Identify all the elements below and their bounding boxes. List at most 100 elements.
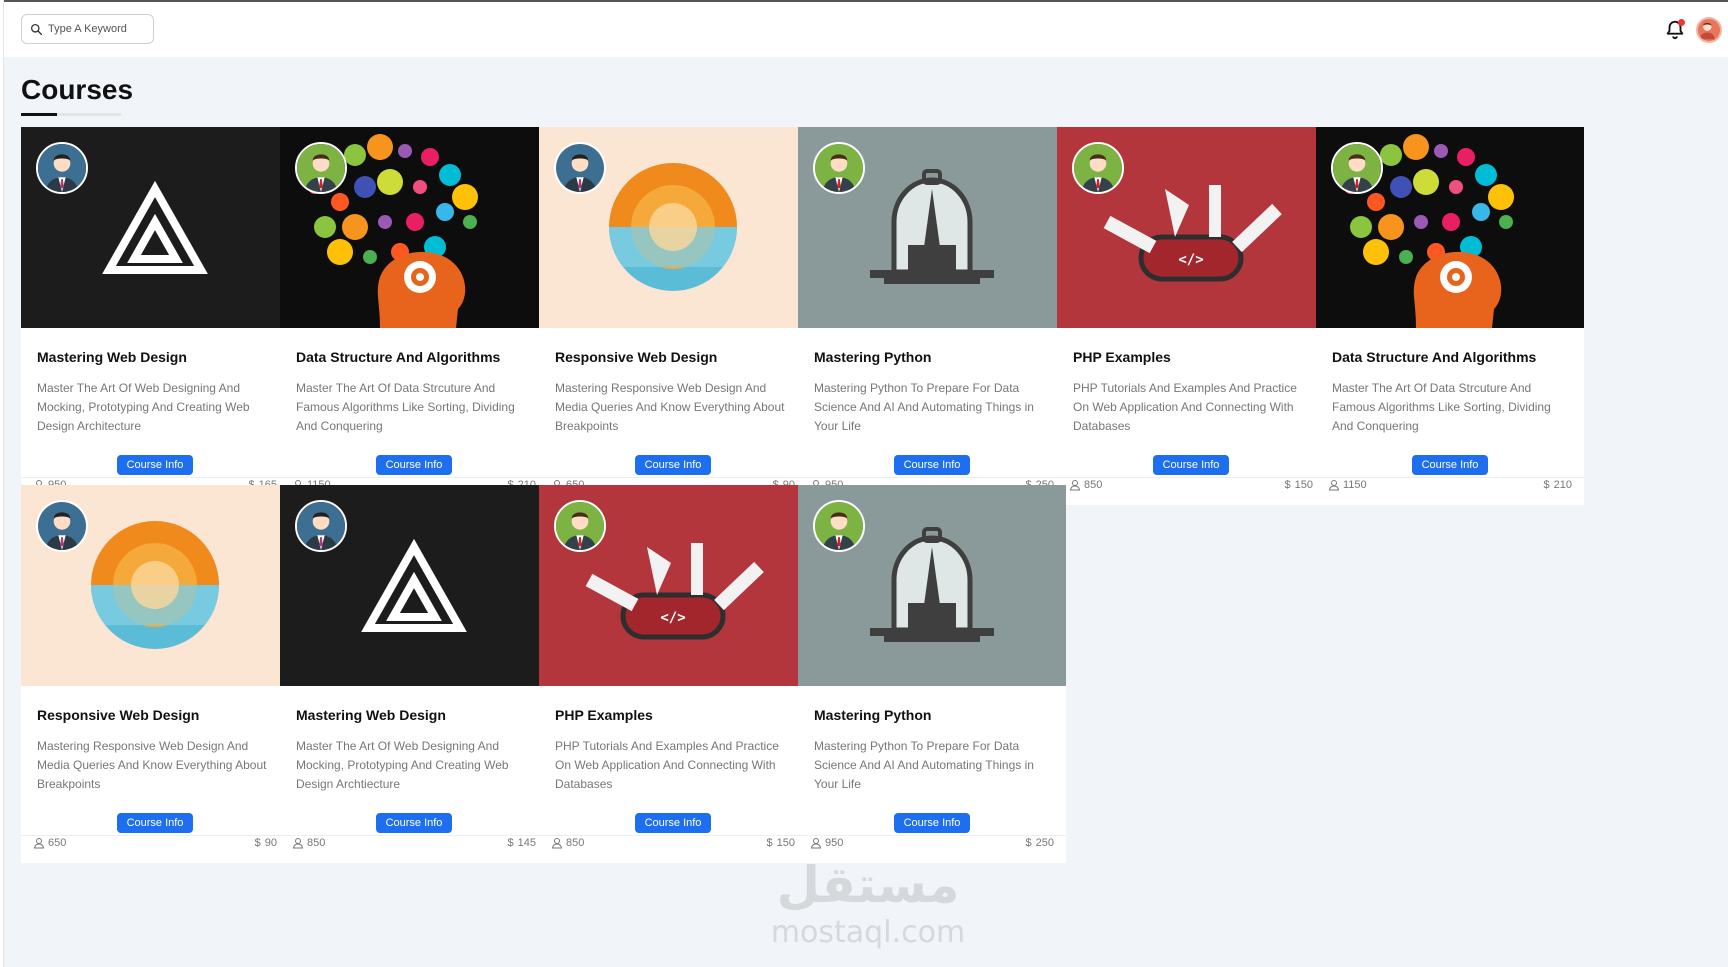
students-value: 650 [48, 837, 67, 849]
students-count: 1150 [1328, 479, 1367, 491]
title-underline [21, 113, 121, 116]
course-description: Mastering Responsive Web Design And Medi… [555, 381, 785, 433]
card-divider [280, 835, 548, 836]
course-thumbnail [280, 127, 548, 328]
course-title: Data Structure And Algorithms [1332, 349, 1537, 365]
course-description: PHP Tutorials And Examples And Practice … [1073, 381, 1297, 433]
price-value: 150 [1294, 479, 1313, 491]
course-title: Mastering Python [814, 707, 932, 723]
card-divider [280, 477, 548, 478]
course-info-button[interactable]: Course Info [635, 455, 711, 475]
course-card[interactable]: Responsive Web Design Mastering Responsi… [539, 127, 807, 505]
watermark-arabic: مستقل [777, 856, 960, 914]
instructor-avatar[interactable] [554, 142, 606, 194]
course-title: Data Structure And Algorithms [296, 349, 501, 365]
course-title: Responsive Web Design [555, 349, 718, 365]
students-count: 950 [810, 837, 843, 849]
course-card[interactable]: Mastering Web Design Master The Art Of W… [21, 127, 289, 505]
price-value: 150 [776, 837, 795, 849]
instructor-avatar[interactable] [1331, 142, 1383, 194]
course-card[interactable]: Mastering Python Mastering Python To Pre… [798, 485, 1066, 863]
card-divider [798, 835, 1066, 836]
course-title: PHP Examples [555, 707, 653, 723]
course-title: Mastering Web Design [296, 707, 446, 723]
currency-symbol: $ [1284, 479, 1291, 491]
course-description: Master The Art Of Web Designing And Mock… [37, 381, 250, 433]
search-box[interactable] [21, 14, 154, 44]
students-count: 850 [551, 837, 584, 849]
course-card[interactable]: Responsive Web Design Mastering Responsi… [21, 485, 289, 863]
students-value: 1150 [1343, 479, 1367, 491]
course-card[interactable]: Data Structure And Algorithms Master The… [1316, 127, 1584, 505]
svg-text:</>: </> [1178, 252, 1203, 268]
user-avatar[interactable] [1696, 17, 1722, 43]
course-thumbnail [280, 485, 548, 686]
course-card[interactable]: Mastering Web Design Master The Art Of W… [280, 485, 548, 863]
course-price: $145 [508, 837, 536, 849]
card-divider [21, 477, 289, 478]
students-count: 850 [292, 837, 325, 849]
course-card[interactable]: Mastering Python Mastering Python To Pre… [798, 127, 1066, 505]
course-card[interactable]: </> PHP Examples PHP Tutorials And Examp… [539, 485, 807, 863]
course-title: Responsive Web Design [37, 707, 200, 723]
students-count: 850 [1069, 479, 1102, 491]
instructor-avatar[interactable] [554, 500, 606, 552]
instructor-avatar[interactable] [295, 500, 347, 552]
instructor-avatar[interactable] [1072, 142, 1124, 194]
course-price: $150 [767, 837, 795, 849]
card-divider [1316, 477, 1584, 478]
instructor-avatar[interactable] [36, 500, 88, 552]
price-value: 90 [264, 837, 277, 849]
course-description: Mastering Responsive Web Design And Medi… [37, 739, 267, 791]
notifications-button[interactable] [1664, 19, 1686, 41]
course-card[interactable]: Data Structure And Algorithms Master The… [280, 127, 548, 505]
course-info-button[interactable]: Course Info [1412, 455, 1488, 475]
course-info-button[interactable]: Course Info [894, 455, 970, 475]
currency-symbol: $ [1025, 837, 1032, 849]
course-info-button[interactable]: Course Info [117, 813, 193, 833]
instructor-avatar[interactable] [36, 142, 88, 194]
course-description: Mastering Python To Prepare For Data Sci… [814, 739, 1034, 791]
search-input[interactable] [48, 23, 148, 35]
course-info-button[interactable]: Course Info [117, 455, 193, 475]
students-icon [551, 838, 563, 849]
course-info-button[interactable]: Course Info [376, 813, 452, 833]
course-title: Mastering Web Design [37, 349, 187, 365]
course-thumbnail [798, 485, 1066, 686]
currency-symbol: $ [254, 837, 261, 849]
students-value: 850 [307, 837, 326, 849]
course-thumbnail [539, 127, 807, 328]
course-info-button[interactable]: Course Info [1153, 455, 1229, 475]
card-divider [539, 835, 807, 836]
course-card[interactable]: </> PHP Examples PHP Tutorials And Examp… [1057, 127, 1325, 505]
instructor-avatar[interactable] [813, 500, 865, 552]
students-icon [33, 838, 45, 849]
course-title: Mastering Python [814, 349, 932, 365]
course-thumbnail: </> [539, 485, 807, 686]
price-value: 250 [1035, 837, 1054, 849]
course-description: PHP Tutorials And Examples And Practice … [555, 739, 779, 791]
students-value: 950 [825, 837, 844, 849]
watermark: مستقل mostaql.com [771, 856, 965, 950]
students-icon [810, 838, 822, 849]
watermark-latin: mostaql.com [771, 915, 965, 950]
sidebar-edge [0, 0, 4, 967]
course-thumbnail [798, 127, 1066, 328]
course-thumbnail [21, 127, 289, 328]
course-price: $90 [255, 837, 277, 849]
course-info-button[interactable]: Course Info [635, 813, 711, 833]
notification-badge [1678, 19, 1685, 26]
course-info-button[interactable]: Course Info [376, 455, 452, 475]
course-description: Master The Art Of Data Strcuture And Fam… [1332, 381, 1551, 433]
currency-symbol: $ [507, 837, 514, 849]
course-title: PHP Examples [1073, 349, 1171, 365]
students-icon [1328, 480, 1340, 491]
top-header [4, 2, 1728, 57]
instructor-avatar[interactable] [295, 142, 347, 194]
price-value: 145 [517, 837, 536, 849]
course-thumbnail: </> [1057, 127, 1325, 328]
instructor-avatar[interactable] [813, 142, 865, 194]
course-info-button[interactable]: Course Info [894, 813, 970, 833]
card-divider [1057, 477, 1325, 478]
card-divider [539, 477, 807, 478]
